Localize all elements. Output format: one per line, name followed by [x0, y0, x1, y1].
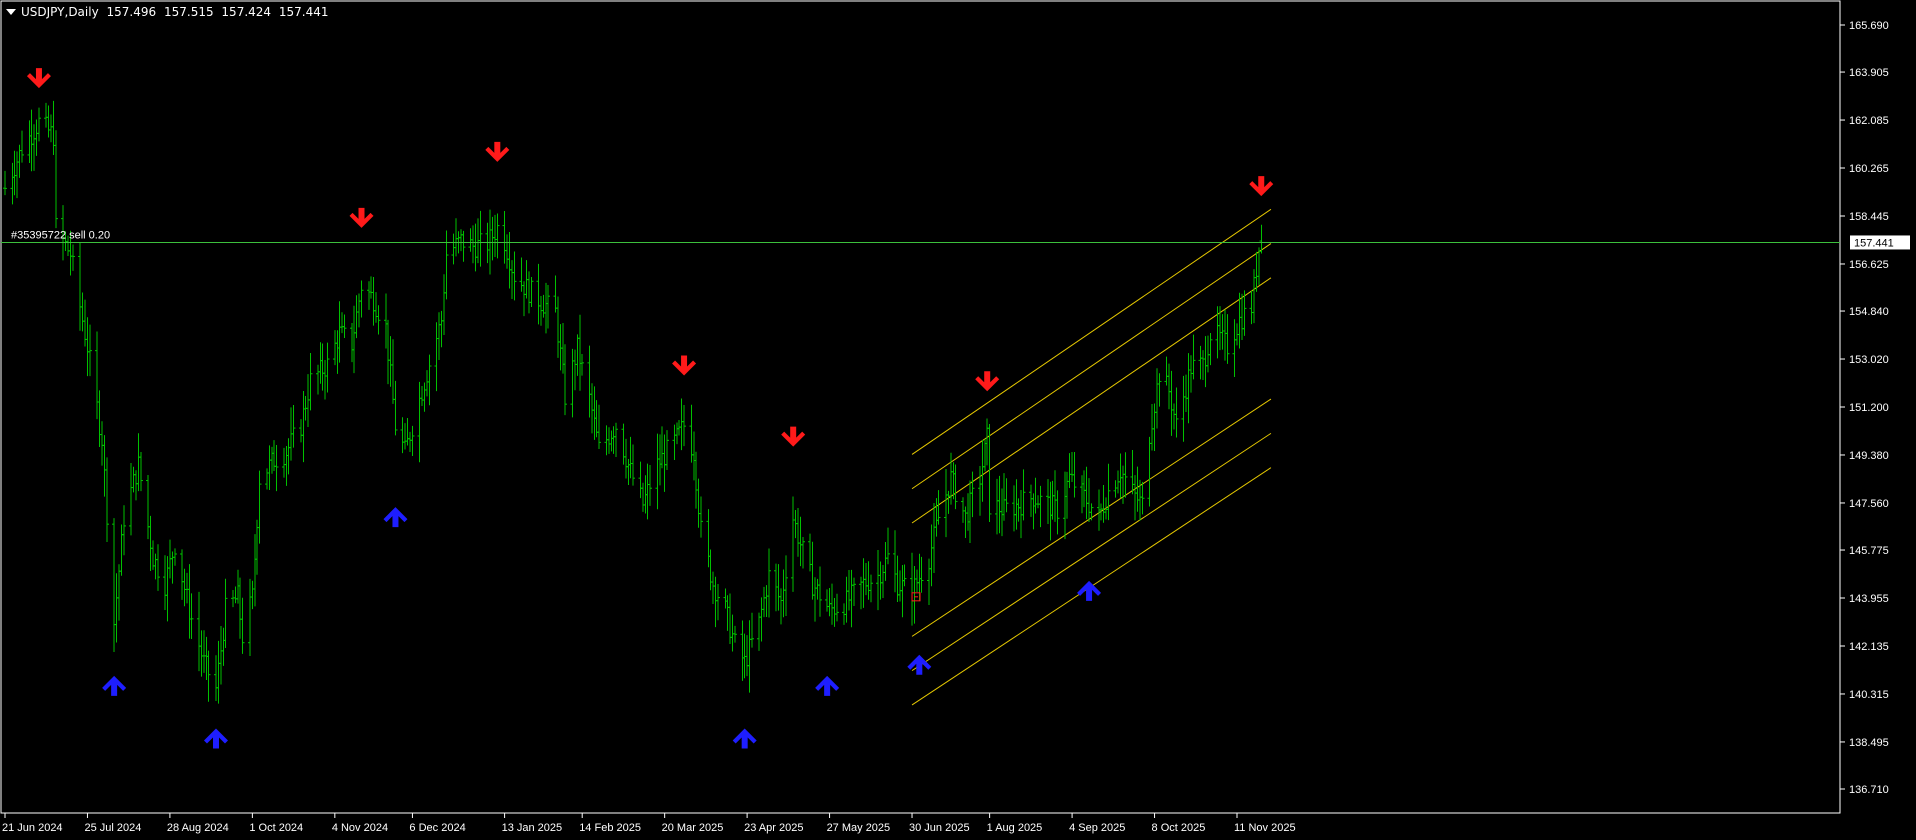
x-tick-label: 28 Aug 2024: [167, 822, 229, 834]
x-tick-label: 13 Jan 2025: [502, 822, 563, 834]
y-tick-label: 162.085: [1849, 115, 1889, 127]
price-label-box: 157.441: [1850, 235, 1910, 250]
x-tick-label: 23 Apr 2025: [744, 822, 803, 834]
y-tick-label: 147.560: [1849, 498, 1889, 510]
dropdown-triangle-icon[interactable]: [6, 9, 16, 15]
plot-frame: [0, 0, 1841, 814]
y-tick-label: 163.905: [1849, 67, 1889, 79]
x-tick-label: 1 Oct 2024: [249, 822, 303, 834]
y-tick-label: 151.200: [1849, 402, 1889, 414]
y-tick-label: 149.380: [1849, 450, 1889, 462]
timeframe-label: Daily: [68, 5, 99, 19]
ohlc-open: 157.496: [106, 5, 157, 19]
y-tick-label: 158.445: [1849, 211, 1889, 223]
y-tick-label: 136.710: [1849, 784, 1889, 796]
x-tick-label: 14 Feb 2025: [579, 822, 641, 834]
order-label[interactable]: #35395722 sell 0.20: [11, 229, 110, 241]
y-tick-label: 142.135: [1849, 641, 1889, 653]
x-tick-label: 27 May 2025: [827, 822, 891, 834]
price-label-text: 157.441: [1854, 237, 1894, 249]
time-axis[interactable]: 21 Jun 2024 25 Jul 2024 28 Aug 2024 1 Oct 2…: [2, 813, 1296, 834]
price-chart[interactable]: #35395722 sell 0.20 165.690 163.905 162.08…: [0, 0, 1916, 840]
y-tick-label: 143.955: [1849, 593, 1889, 605]
x-tick-label: 11 Nov 2025: [1234, 822, 1296, 834]
y-tick-label: 156.625: [1849, 259, 1889, 271]
x-tick-label: 30 Jun 2025: [909, 822, 970, 834]
x-tick-label: 20 Mar 2025: [662, 822, 724, 834]
ohlc-close: 157.441: [278, 5, 329, 19]
price-axis[interactable]: 165.690 163.905 162.085 160.265 158.445 156.6…: [1840, 20, 1889, 796]
y-tick-label: 165.690: [1849, 20, 1889, 32]
y-tick-label: 154.840: [1849, 306, 1889, 318]
y-tick-label: 160.265: [1849, 163, 1889, 175]
x-tick-label: 1 Aug 2025: [987, 822, 1043, 834]
y-tick-label: 145.775: [1849, 545, 1889, 557]
x-tick-label: 8 Oct 2025: [1152, 822, 1206, 834]
x-tick-label: 4 Nov 2024: [332, 822, 388, 834]
y-tick-label: 153.020: [1849, 354, 1889, 366]
ohlc-low: 157.424: [221, 5, 272, 19]
x-tick-label: 21 Jun 2024: [2, 822, 63, 834]
x-tick-label: 6 Dec 2024: [409, 822, 465, 834]
y-tick-label: 140.315: [1849, 689, 1889, 701]
chart-title: USDJPY,Daily 157.496 157.515 157.424 157…: [4, 4, 333, 20]
symbol-label: USDJPY: [21, 5, 65, 19]
y-tick-label: 138.495: [1849, 737, 1889, 749]
ohlc-high: 157.515: [163, 5, 214, 19]
x-tick-label: 4 Sep 2025: [1069, 822, 1125, 834]
x-tick-label: 25 Jul 2024: [84, 822, 141, 834]
